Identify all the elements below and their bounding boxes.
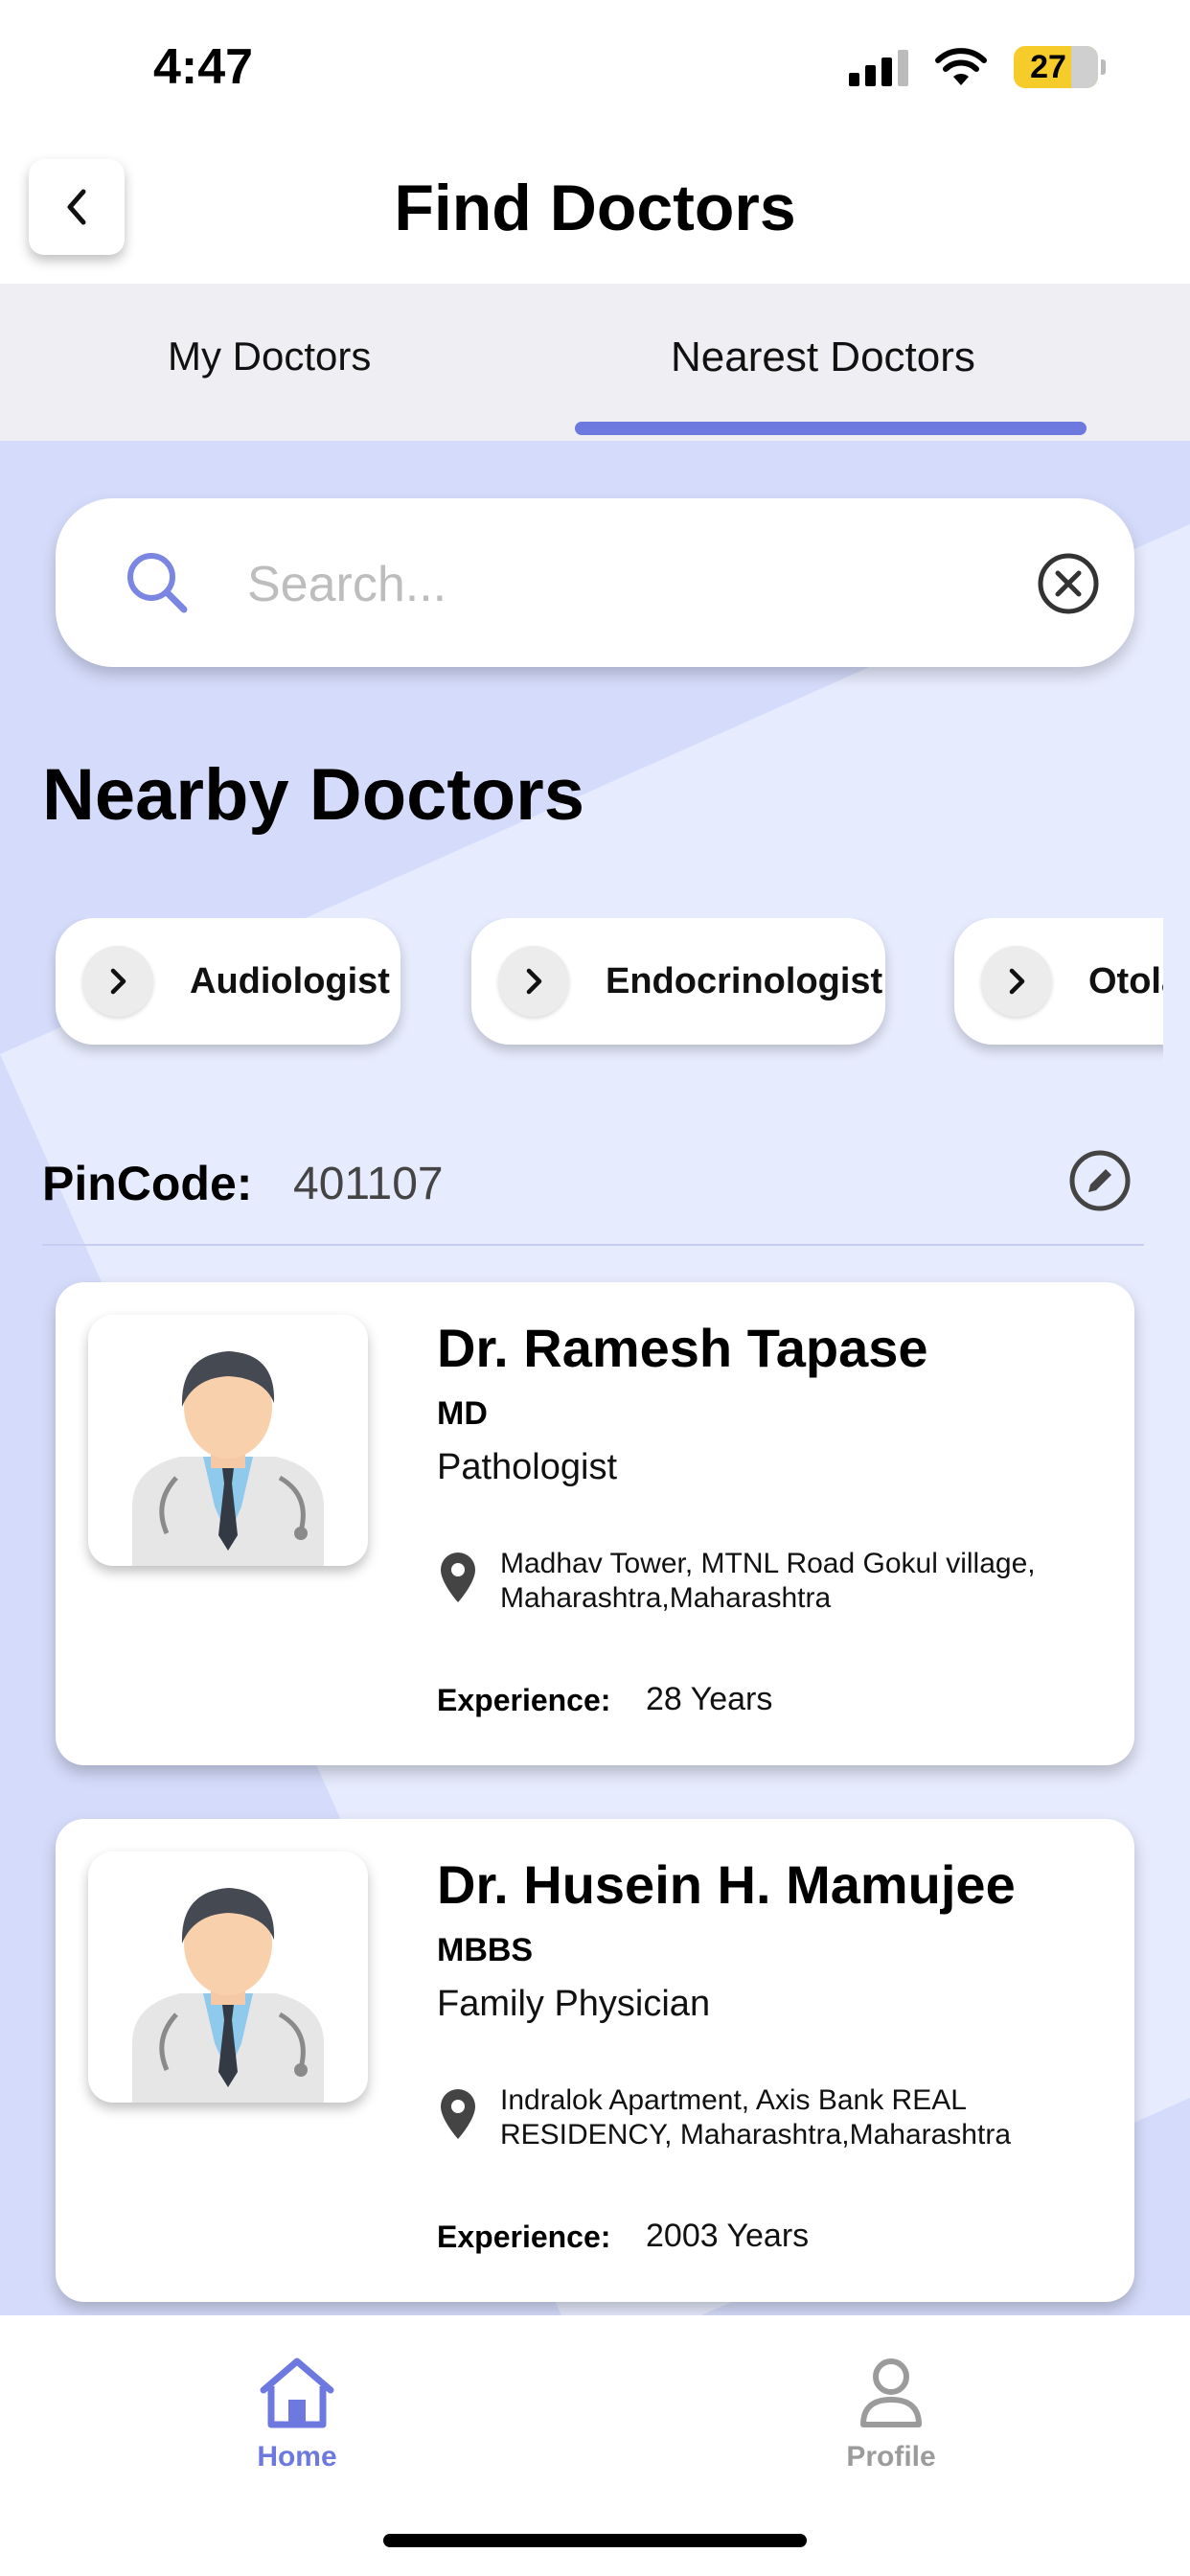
nav-label-profile: Profile xyxy=(846,2441,936,2472)
experience-value: 28 Years xyxy=(646,1681,773,1717)
category-label: Audiologist xyxy=(190,960,390,1001)
doctor-name: Dr. Husein H. Mamujee xyxy=(437,1854,1016,1915)
clear-search-icon[interactable] xyxy=(1037,552,1100,615)
main-content: Nearby Doctors Audiologist Endocrinologi… xyxy=(0,441,1190,2315)
doctor-avatar xyxy=(88,1315,368,1566)
search-icon xyxy=(127,553,188,613)
tab-nearest-doctors[interactable]: Nearest Doctors xyxy=(671,334,975,381)
status-icons: 27 xyxy=(849,46,1106,88)
doctor-card[interactable]: Dr. Ramesh Tapase MD Pathologist Madhav … xyxy=(56,1282,1134,1765)
nav-profile[interactable]: Profile xyxy=(795,2356,987,2473)
search-input[interactable] xyxy=(247,548,975,621)
category-label: Endocrinologist xyxy=(606,960,883,1001)
active-tab-indicator xyxy=(575,422,1087,435)
doctor-degree: MBBS xyxy=(437,1932,534,1968)
chevron-right-icon xyxy=(82,946,153,1017)
doctor-card[interactable]: Dr. Husein H. Mamujee MBBS Family Physic… xyxy=(56,1819,1134,2302)
category-chip-endocrinologist[interactable]: Endocrinologist xyxy=(471,918,885,1045)
doctor-avatar-icon xyxy=(132,1888,324,2103)
tab-my-doctors[interactable]: My Doctors xyxy=(168,334,371,380)
category-label: Otolaryngologist xyxy=(1088,960,1163,1001)
user-icon xyxy=(860,2358,922,2427)
home-indicator xyxy=(383,2534,807,2547)
location-pin-icon xyxy=(441,2089,475,2139)
experience-value: 2003 Years xyxy=(646,2218,810,2254)
battery-icon: 27 xyxy=(1014,46,1106,88)
doctor-degree: MD xyxy=(437,1395,488,1432)
nav-label-home: Home xyxy=(257,2441,337,2472)
page-title: Find Doctors xyxy=(394,172,796,244)
doctor-avatar-icon xyxy=(132,1351,324,1566)
tab-bar: My Doctors Nearest Doctors xyxy=(0,284,1190,441)
chevron-right-icon xyxy=(498,946,569,1017)
category-chips: Audiologist Endocrinologist Otolaryngolo… xyxy=(0,918,1163,1062)
header: Find Doctors xyxy=(0,144,1190,284)
cellular-signal-icon xyxy=(849,48,908,86)
search-bar xyxy=(56,498,1134,667)
doctor-name: Dr. Ramesh Tapase xyxy=(437,1318,928,1378)
category-chip-otolaryngologist[interactable]: Otolaryngologist xyxy=(954,918,1163,1045)
category-chip-audiologist[interactable]: Audiologist xyxy=(56,918,400,1045)
nav-home[interactable]: Home xyxy=(201,2356,393,2473)
home-icon xyxy=(260,2358,334,2428)
location-pin-icon xyxy=(441,1552,475,1602)
doctor-specialization: Family Physician xyxy=(437,1984,711,2024)
status-time: 4:47 xyxy=(153,39,254,95)
experience-label: Experience: xyxy=(437,1683,611,1717)
doctor-address: Indralok Apartment, Axis Bank REAL RESID… xyxy=(500,2084,1011,2150)
divider xyxy=(42,1244,1144,1246)
wifi-icon xyxy=(935,48,987,85)
battery-level: 27 xyxy=(1030,48,1066,85)
chevron-right-icon xyxy=(981,946,1052,1017)
pincode-value: 401107 xyxy=(293,1159,444,1209)
doctor-address: Madhav Tower, MTNL Road Gokul village, M… xyxy=(500,1548,1036,1614)
doctor-specialization: Pathologist xyxy=(437,1447,618,1487)
status-bar: 4:47 27 xyxy=(0,0,1190,144)
experience-label: Experience: xyxy=(437,2220,611,2254)
pincode-label: PinCode: xyxy=(42,1157,253,1210)
section-title: Nearby Doctors xyxy=(42,754,584,836)
doctor-avatar xyxy=(88,1852,368,2103)
edit-icon[interactable] xyxy=(1067,1148,1133,1213)
pincode-row: PinCode: 401107 xyxy=(42,1148,1154,1225)
